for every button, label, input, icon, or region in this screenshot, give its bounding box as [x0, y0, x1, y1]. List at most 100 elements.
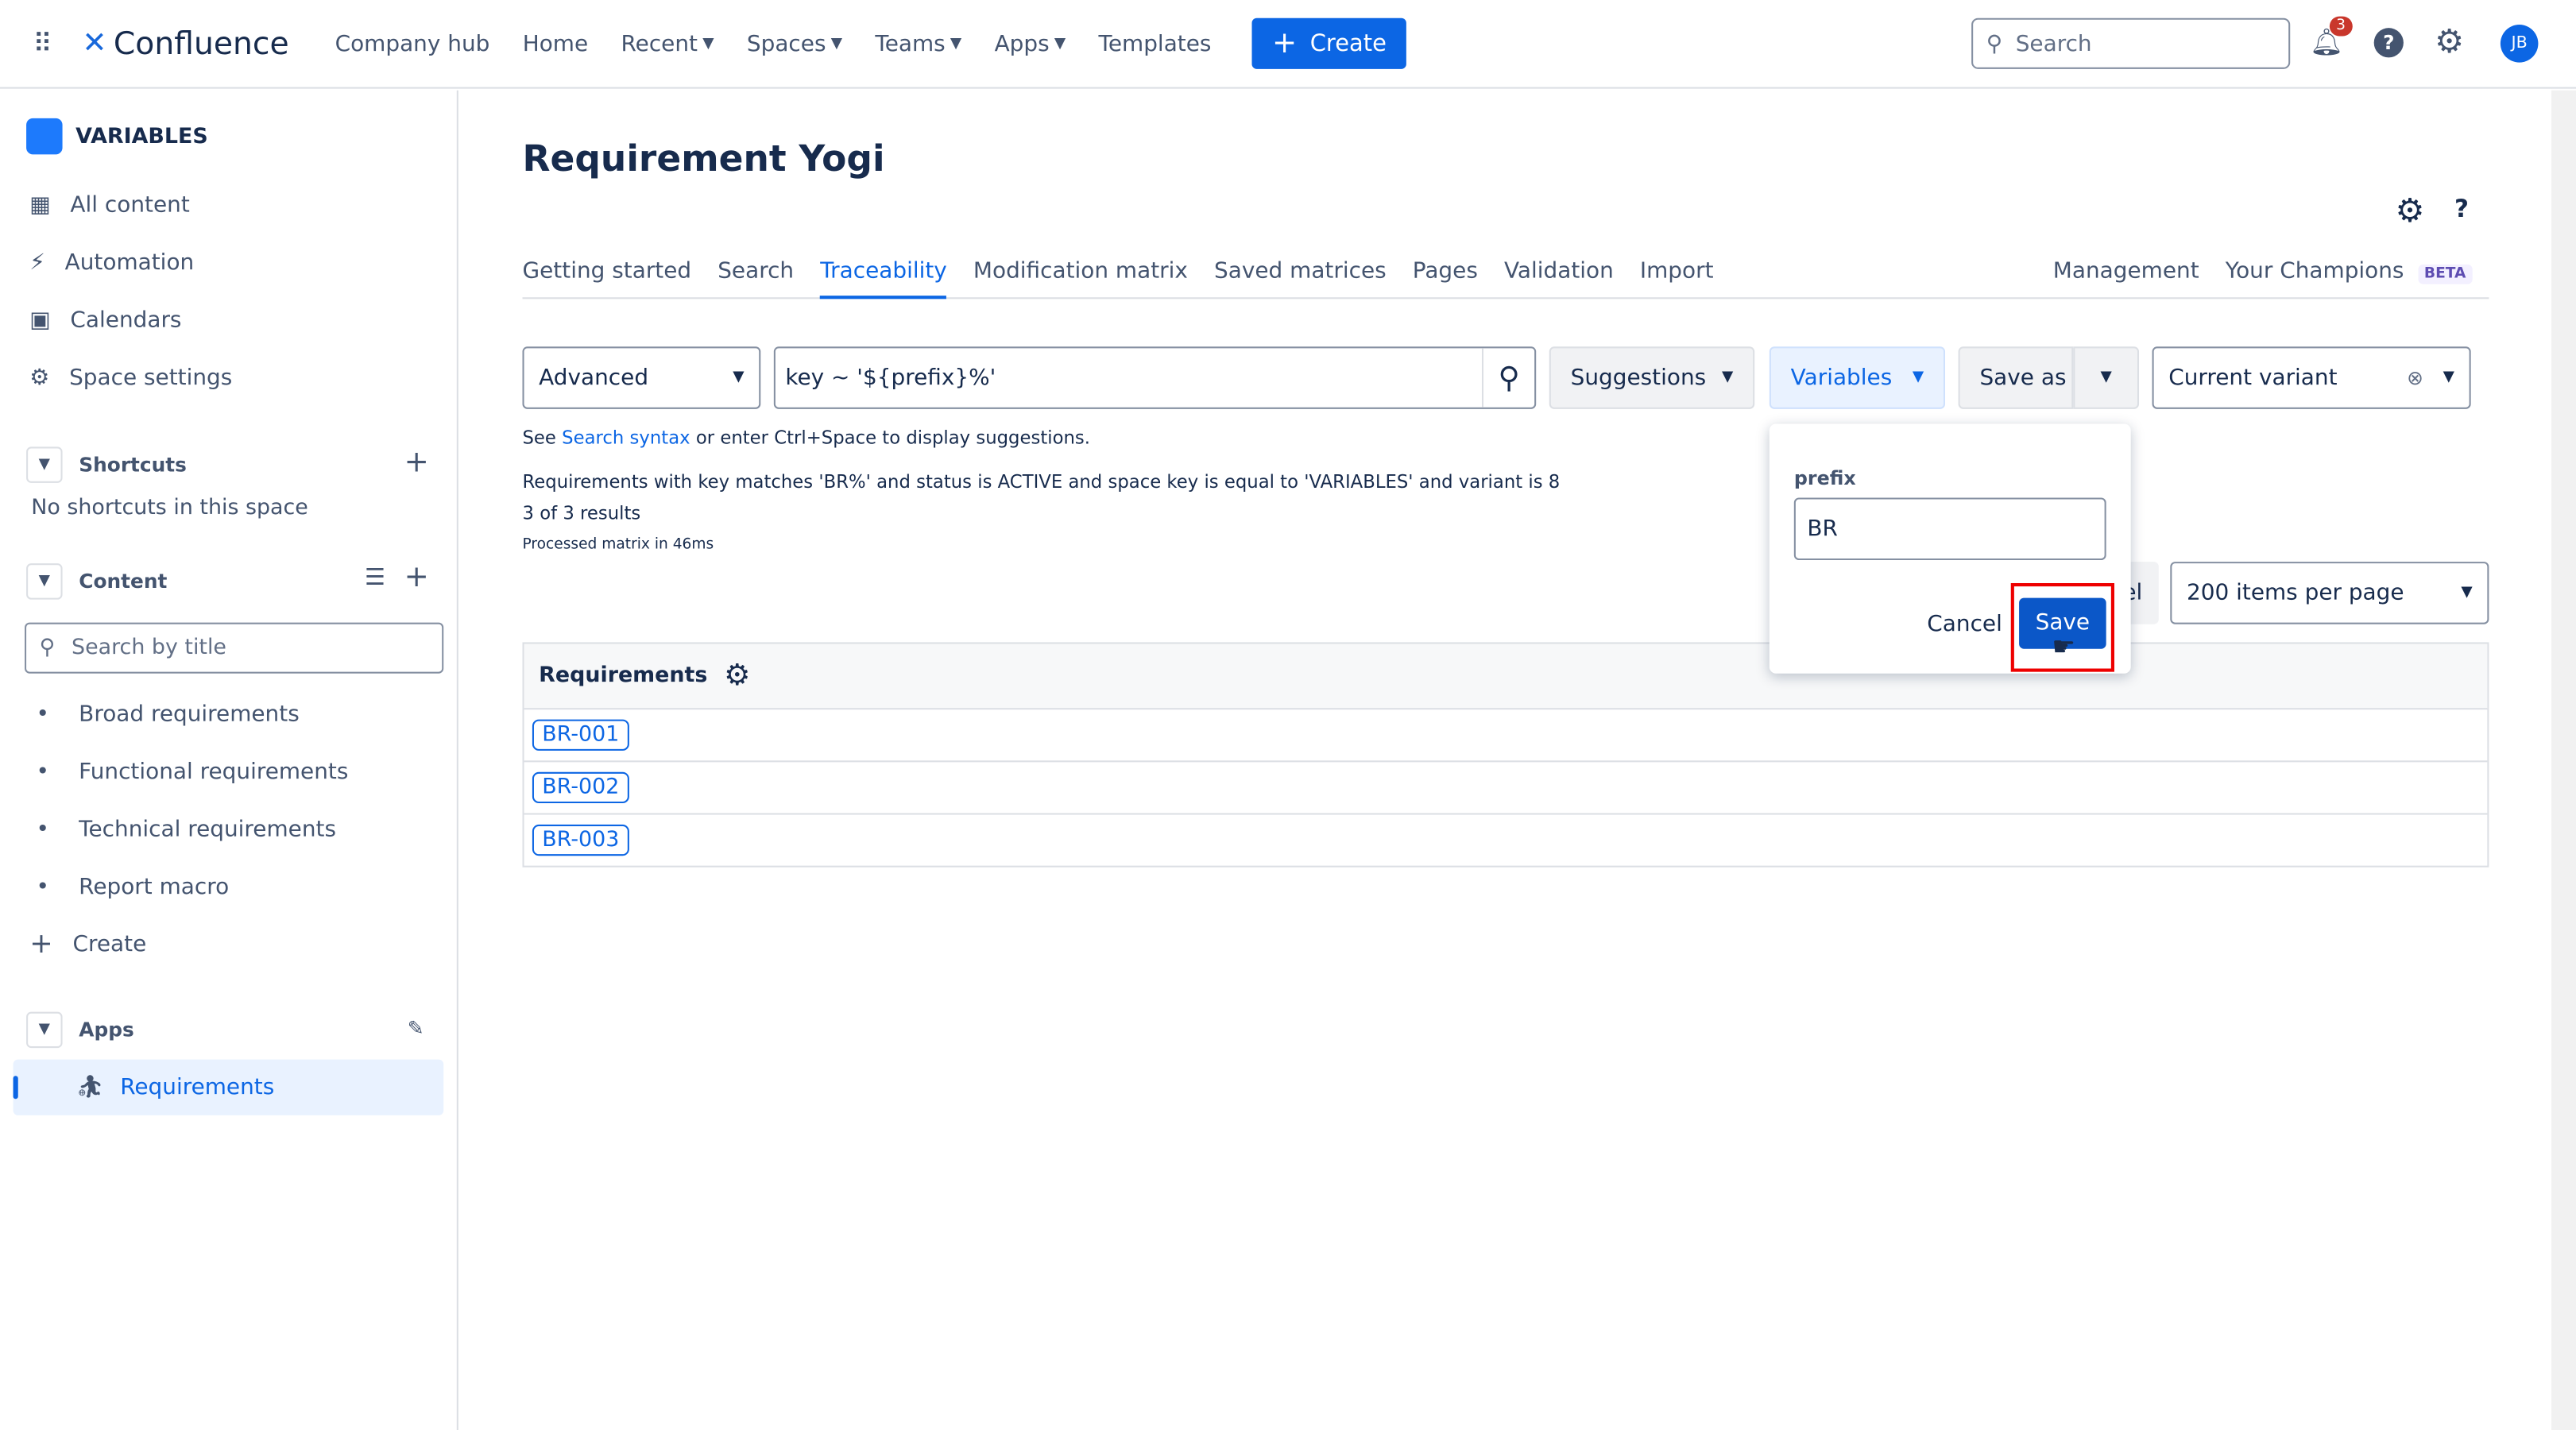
- tab-traceability[interactable]: Traceability: [820, 258, 947, 300]
- variables-button[interactable]: Variables ▼: [1769, 346, 1946, 409]
- page-label: Technical requirements: [79, 816, 337, 843]
- create-button[interactable]: + Create: [1252, 17, 1406, 69]
- chevron-down-icon[interactable]: ▼: [26, 1011, 63, 1049]
- tab-search[interactable]: Search: [717, 258, 794, 300]
- tab-bar: Getting started Search Traceability Modi…: [522, 258, 2489, 300]
- per-page-value: 200 items per page: [2186, 579, 2404, 606]
- variant-value: Current variant: [2168, 365, 2338, 392]
- app-switcher-icon[interactable]: ⠿: [33, 28, 62, 59]
- content-section-header[interactable]: ▼ Content: [26, 563, 167, 600]
- cancel-button[interactable]: Cancel: [1927, 611, 2002, 637]
- add-shortcut-icon[interactable]: +: [404, 445, 429, 479]
- tab-your-champions[interactable]: Your Champions BETA: [2226, 258, 2473, 300]
- space-header[interactable]: VARIABLES: [26, 118, 208, 155]
- nav-recent[interactable]: Recent ▼: [621, 30, 714, 56]
- tab-modification-matrix[interactable]: Modification matrix: [973, 258, 1188, 300]
- apps-section-header[interactable]: ▼ Apps: [26, 1011, 134, 1049]
- sidebar-item-automation[interactable]: ⚡︎ Automation: [29, 249, 194, 276]
- settings-gear-icon[interactable]: ⚙: [2435, 21, 2464, 61]
- button-label: Variables: [1790, 365, 1893, 392]
- bullet-icon: •: [36, 701, 49, 728]
- nav-home[interactable]: Home: [523, 30, 588, 56]
- query-input[interactable]: key ~ '${prefix}%' ⚲: [773, 346, 1537, 409]
- sidebar-item-label: All content: [70, 191, 190, 218]
- page-item[interactable]: • Technical requirements: [36, 817, 336, 843]
- bullet-icon: •: [36, 759, 49, 786]
- sidebar-item-calendars[interactable]: ▣ Calendars: [29, 307, 181, 334]
- help-icon[interactable]: ?: [2373, 28, 2404, 58]
- search-input[interactable]: ⚲ Search: [1971, 17, 2291, 69]
- prefix-input[interactable]: BR: [1793, 497, 2106, 561]
- sidebar-item-requirements[interactable]: ⛹︎ Requirements: [13, 1059, 444, 1115]
- mode-select[interactable]: Advanced ▼: [522, 346, 761, 409]
- confluence-logo-icon[interactable]: ✕: [82, 26, 106, 60]
- sidebar-item-all-content[interactable]: ▦ All content: [29, 192, 190, 218]
- items-per-page-select[interactable]: 200 items per page ▼: [2170, 562, 2489, 624]
- variant-select[interactable]: Current variant ⊗ ▼: [2152, 346, 2471, 409]
- clear-icon[interactable]: ⊗: [2407, 366, 2423, 389]
- nav-spaces[interactable]: Spaces ▼: [747, 30, 842, 56]
- page-item[interactable]: • Functional requirements: [36, 759, 348, 785]
- query-value: key ~ '${prefix}%': [785, 365, 996, 392]
- suggestions-button[interactable]: Suggestions ▼: [1549, 346, 1755, 409]
- search-placeholder: Search by title: [72, 636, 226, 661]
- requirement-key-link[interactable]: BR-001: [532, 719, 629, 751]
- button-label: Save as: [1979, 365, 2067, 392]
- tab-label: Your Champions: [2225, 257, 2404, 284]
- search-syntax-link[interactable]: Search syntax: [562, 427, 690, 449]
- filter-icon[interactable]: ☰: [365, 565, 385, 591]
- processed-time: Processed matrix in 46ms: [522, 537, 714, 554]
- page-item[interactable]: • Report macro: [36, 874, 229, 900]
- page-label: Broad requirements: [79, 701, 300, 728]
- brand-name[interactable]: Confluence: [114, 25, 289, 61]
- search-by-title-input[interactable]: ⚲ Search by title: [25, 622, 444, 674]
- page-label: Report macro: [79, 873, 230, 901]
- section-title: Shortcuts: [79, 453, 187, 477]
- tab-management[interactable]: Management: [2053, 258, 2199, 300]
- notification-badge: 3: [2329, 16, 2353, 37]
- page-item[interactable]: • Broad requirements: [36, 701, 299, 728]
- chevron-down-icon: ▼: [702, 35, 714, 52]
- create-label: Create: [72, 931, 147, 958]
- hint-text: or enter Ctrl+Space to display suggestio…: [695, 427, 1091, 449]
- save-as-button[interactable]: Save as: [1958, 346, 2074, 409]
- nav-templates[interactable]: Templates: [1099, 30, 1212, 56]
- variables-popup: prefix BR Cancel Save ☛: [1769, 423, 2131, 674]
- table-row: BR-001: [524, 708, 2488, 760]
- search-icon[interactable]: ⚲: [1481, 348, 1534, 408]
- nav-company-hub[interactable]: Company hub: [335, 30, 490, 56]
- sidebar: VARIABLES ▦ All content ⚡︎ Automation ▣ Cal…: [0, 90, 458, 1430]
- tab-getting-started[interactable]: Getting started: [522, 258, 691, 300]
- settings-gear-icon[interactable]: ⚙: [2396, 191, 2425, 230]
- shortcuts-section-header[interactable]: ▼ Shortcuts: [26, 446, 187, 483]
- edit-pencil-icon[interactable]: ✎: [408, 1017, 424, 1040]
- avatar[interactable]: JB: [2500, 25, 2539, 63]
- page-label: Functional requirements: [79, 759, 349, 786]
- nav-teams[interactable]: Teams ▼: [875, 30, 961, 56]
- tab-saved-matrices[interactable]: Saved matrices: [1214, 258, 1387, 300]
- requirement-key-link[interactable]: BR-003: [532, 824, 629, 856]
- chevron-down-icon: ▼: [2100, 369, 2112, 386]
- nav-apps[interactable]: Apps ▼: [995, 30, 1066, 56]
- tab-pages[interactable]: Pages: [1413, 258, 1478, 300]
- help-icon[interactable]: ?: [2454, 194, 2469, 223]
- bullet-icon: •: [36, 816, 49, 843]
- tab-import[interactable]: Import: [1640, 258, 1714, 300]
- requirement-key-link[interactable]: BR-002: [532, 771, 629, 804]
- chevron-down-icon: ▼: [950, 35, 962, 52]
- prefix-label: prefix: [1793, 466, 1856, 490]
- prefix-value: BR: [1807, 516, 1838, 543]
- sidebar-item-label: Automation: [64, 249, 195, 276]
- settings-gear-icon[interactable]: ⚙: [724, 659, 750, 693]
- scrollbar[interactable]: [2551, 90, 2576, 1430]
- sidebar-item-space-settings[interactable]: ⚙ Space settings: [29, 365, 232, 391]
- create-content-button[interactable]: + Create: [29, 928, 146, 960]
- chevron-down-icon[interactable]: ▼: [26, 446, 63, 483]
- tab-validation[interactable]: Validation: [1504, 258, 1614, 300]
- chevron-down-icon: ▼: [1054, 35, 1066, 52]
- save-as-dropdown-button[interactable]: ▼: [2073, 346, 2140, 409]
- nav-label: Teams: [875, 30, 946, 57]
- add-content-icon[interactable]: +: [404, 560, 429, 594]
- chevron-down-icon[interactable]: ▼: [26, 563, 63, 600]
- create-label: Create: [1309, 30, 1387, 57]
